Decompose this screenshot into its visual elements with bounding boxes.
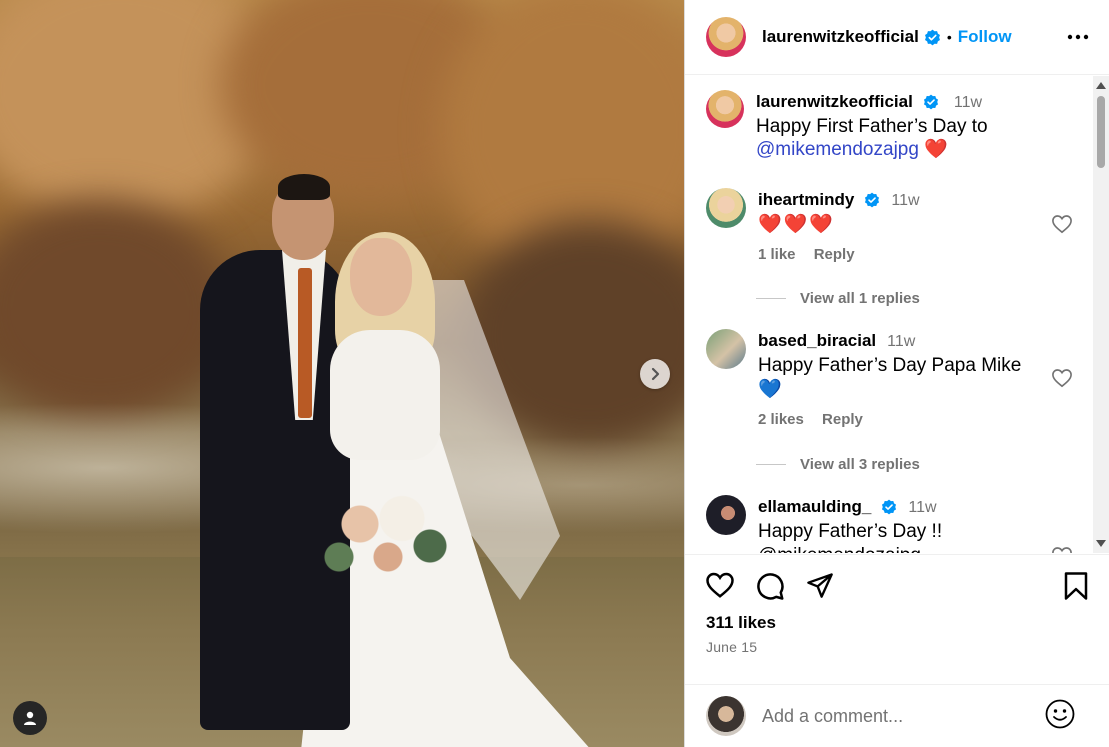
scroll-down-arrow[interactable]: [1096, 540, 1106, 547]
follow-button[interactable]: Follow: [958, 27, 1012, 47]
likes-count[interactable]: 311 likes: [706, 613, 776, 633]
header-separator: •: [946, 29, 952, 45]
caption-text: Happy First Father’s Day to: [756, 116, 988, 137]
comment-likes[interactable]: 2 likes: [758, 411, 804, 428]
author-avatar[interactable]: [706, 17, 746, 57]
post-caption: laurenwitzkeofficial 11w Happy First Fat…: [706, 90, 1046, 161]
caption-time[interactable]: 11w: [954, 94, 982, 111]
comment-username[interactable]: based_biracial: [758, 331, 876, 350]
comment-text-emoji: 💙: [758, 379, 782, 400]
comment-avatar[interactable]: [706, 495, 746, 535]
tagged-users-button[interactable]: [13, 701, 47, 735]
comment-text: Happy Father’s Day !!: [758, 521, 943, 542]
comments-list[interactable]: laurenwitzkeofficial 11w Happy First Fat…: [685, 76, 1093, 553]
photo-bride-face: [350, 238, 412, 316]
post-header: laurenwitzkeofficial • Follow: [685, 0, 1109, 75]
verified-icon: [865, 192, 880, 208]
comment-time[interactable]: 11w: [891, 192, 919, 209]
photo-bouquet: [318, 480, 458, 590]
caption-emoji: ❤️: [924, 139, 948, 160]
post-actions: 311 likes June 15: [685, 554, 1109, 684]
share-icon[interactable]: [805, 571, 835, 599]
comment-avatar[interactable]: [706, 188, 746, 228]
photo-groom-hair: [278, 174, 330, 200]
next-photo-button[interactable]: [640, 359, 670, 389]
view-replies-button[interactable]: View all 3 replies: [756, 456, 920, 473]
bookmark-icon[interactable]: [1063, 571, 1089, 601]
replies-dash: [756, 464, 786, 465]
comment-avatar[interactable]: [706, 329, 746, 369]
comment-mention[interactable]: @mikemendozajpg: [758, 544, 1048, 553]
replies-dash: [756, 298, 786, 299]
post-photo[interactable]: [0, 0, 684, 747]
author-username[interactable]: laurenwitzkeofficial: [762, 27, 919, 47]
scroll-up-arrow[interactable]: [1096, 82, 1106, 89]
comment-time[interactable]: 11w: [887, 333, 915, 350]
comment-item: ellamaulding_ 11w Happy Father’s Day !! …: [706, 495, 1048, 553]
comment-composer: [685, 684, 1109, 747]
view-replies-button[interactable]: View all 1 replies: [756, 290, 920, 307]
reply-button[interactable]: Reply: [822, 411, 863, 428]
photo-groom-tie: [298, 268, 312, 418]
photo-bride-fur: [330, 330, 440, 460]
heart-icon[interactable]: [1051, 368, 1073, 388]
scroll-thumb[interactable]: [1097, 96, 1105, 168]
view-replies-label: View all 3 replies: [800, 456, 920, 473]
post-sidebar: laurenwitzkeofficial • Follow laurenwitz…: [684, 0, 1109, 747]
comment-likes[interactable]: 1 like: [758, 246, 796, 263]
comment-text: ❤️❤️❤️: [758, 214, 835, 235]
caption-mention[interactable]: @mikemendozajpg: [756, 139, 919, 160]
chevron-right-icon: [651, 367, 660, 381]
comment-username[interactable]: ellamaulding_: [758, 497, 871, 516]
user-tag-icon: [24, 711, 36, 725]
comment-text: Happy Father’s Day Papa Mike: [758, 355, 1022, 376]
post-date[interactable]: June 15: [706, 639, 757, 655]
heart-icon[interactable]: [1051, 546, 1073, 553]
comments-scrollbar[interactable]: [1093, 76, 1109, 553]
current-user-avatar: [706, 696, 746, 736]
verified-icon: [882, 499, 897, 515]
comment-item: iheartmindy 11w ❤️❤️❤️ 1 like Reply: [706, 188, 1048, 263]
caption-avatar[interactable]: [706, 90, 744, 128]
verified-icon: [924, 29, 940, 45]
caption-username[interactable]: laurenwitzkeofficial: [756, 92, 913, 111]
heart-icon[interactable]: [1051, 214, 1073, 234]
comment-time[interactable]: 11w: [908, 499, 936, 516]
heart-icon[interactable]: [705, 571, 735, 599]
comment-item: based_biracial 11w Happy Father’s Day Pa…: [706, 329, 1048, 428]
emoji-icon[interactable]: [1044, 698, 1076, 730]
more-icon[interactable]: [1067, 26, 1089, 48]
view-replies-label: View all 1 replies: [800, 290, 920, 307]
comment-username[interactable]: iheartmindy: [758, 190, 854, 209]
comment-icon[interactable]: [755, 571, 785, 601]
photo-foliage: [0, 200, 230, 420]
verified-icon: [923, 94, 938, 110]
comment-input[interactable]: [762, 705, 1022, 727]
reply-button[interactable]: Reply: [814, 246, 855, 263]
